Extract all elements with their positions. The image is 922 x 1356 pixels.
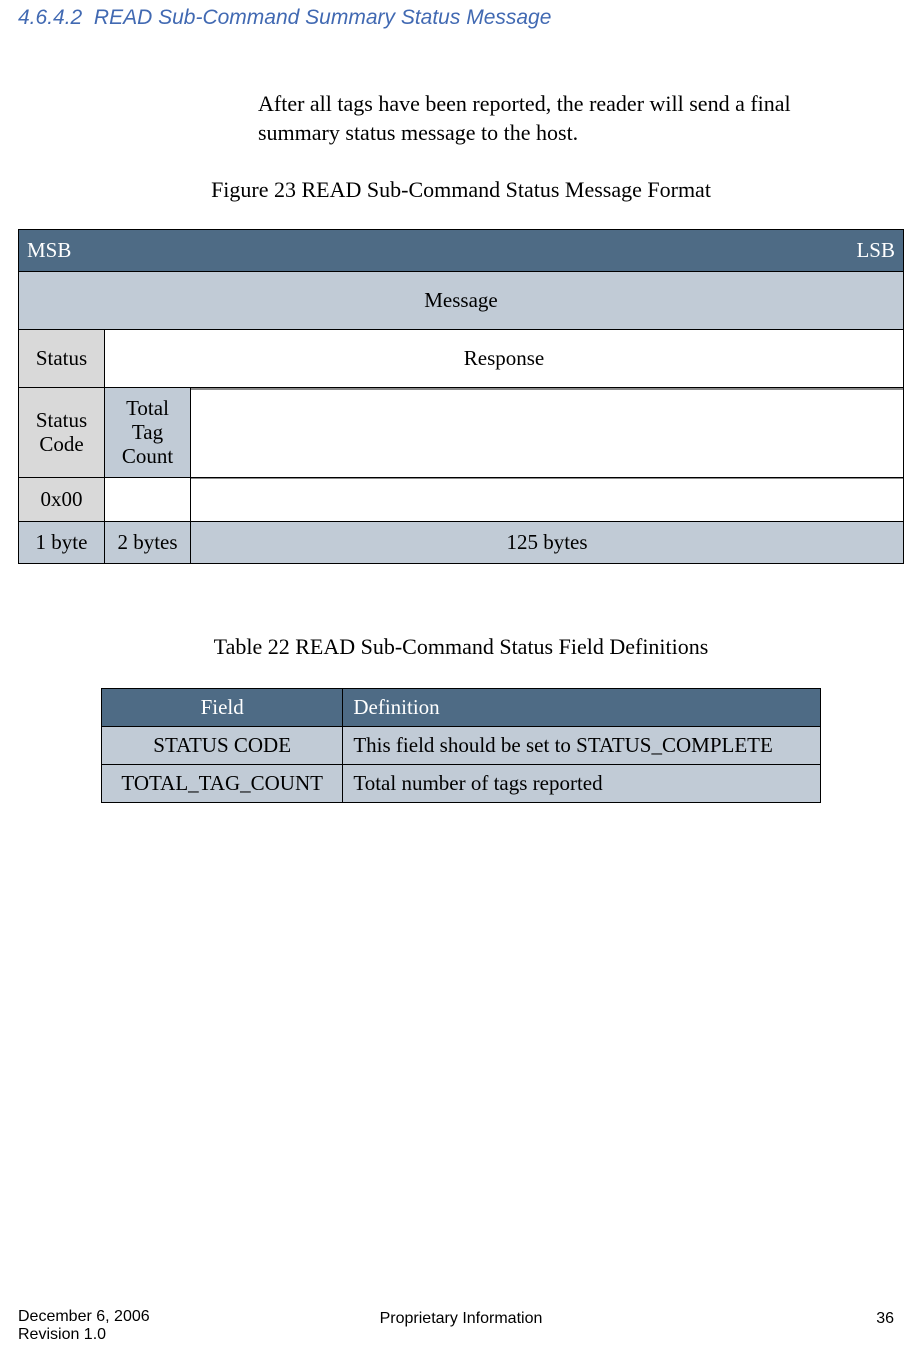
footer-page: 36 xyxy=(876,1310,894,1328)
status-code-label: Status Code xyxy=(36,408,87,456)
total-tag-count-cell: Total Tag Count xyxy=(105,388,191,477)
table-row: STATUS CODE This field should be set to … xyxy=(102,726,821,764)
field-cell: STATUS CODE xyxy=(102,726,343,764)
bytes-125-cell: 125 bytes xyxy=(191,521,904,563)
field-header: Field xyxy=(102,688,343,726)
striped-empty-cell-2 xyxy=(191,477,904,521)
striped-empty-cell xyxy=(191,388,904,477)
hex-value-cell: 0x00 xyxy=(19,477,105,521)
msb-label: MSB xyxy=(27,238,71,263)
status-code-cell: Status Code xyxy=(19,388,105,477)
field-definitions-table: Field Definition STATUS CODE This field … xyxy=(101,688,821,803)
definition-cell: Total number of tags reported xyxy=(343,764,821,802)
intro-paragraph: After all tags have been reported, the r… xyxy=(258,90,864,147)
table-caption: Table 22 READ Sub-Command Status Field D… xyxy=(18,634,904,660)
response-cell: Response xyxy=(105,330,904,388)
section-number: 4.6.4.2 xyxy=(18,6,82,29)
total-tag-count-label: Total Tag Count xyxy=(122,396,173,468)
table-row: TOTAL_TAG_COUNT Total number of tags rep… xyxy=(102,764,821,802)
figure-caption: Figure 23 READ Sub-Command Status Messag… xyxy=(168,177,754,203)
definition-cell: This field should be set to STATUS_COMPL… xyxy=(343,726,821,764)
empty-cell-1 xyxy=(105,477,191,521)
section-title: READ Sub-Command Summary Status Message xyxy=(94,6,552,29)
bytes-1-cell: 1 byte xyxy=(19,521,105,563)
status-cell: Status xyxy=(19,330,105,388)
footer-center: Proprietary Information xyxy=(18,1310,904,1328)
field-cell: TOTAL_TAG_COUNT xyxy=(102,764,343,802)
message-format-table: MSB LSB Message Status Response Status C… xyxy=(18,229,904,563)
bytes-2-cell: 2 bytes xyxy=(105,521,191,563)
definition-header: Definition xyxy=(343,688,821,726)
section-heading: 4.6.4.2 READ Sub-Command Summary Status … xyxy=(18,6,904,30)
message-row: Message xyxy=(19,272,904,330)
footer-revision: Revision 1.0 xyxy=(18,1326,150,1344)
msb-lsb-row: MSB LSB xyxy=(19,230,904,272)
lsb-label: LSB xyxy=(856,238,895,263)
